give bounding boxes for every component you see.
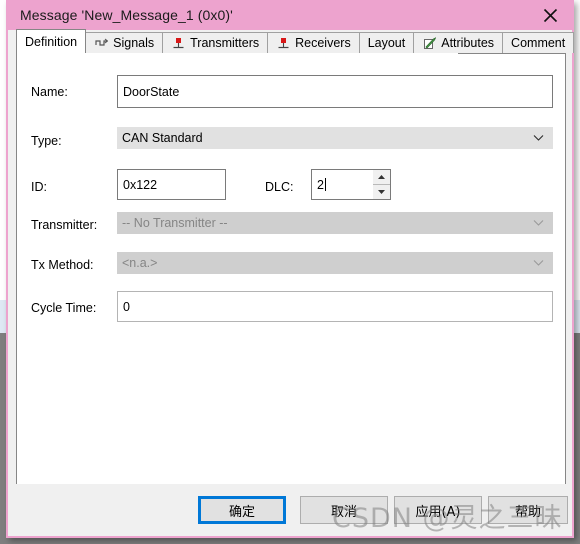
panel-top-border (458, 53, 565, 54)
dlc-stepper[interactable]: 2 (311, 169, 391, 200)
chevron-down-icon (532, 257, 544, 269)
cycle-time-input[interactable]: 0 (117, 291, 553, 322)
spinner-down-button[interactable] (373, 185, 390, 199)
tab-layout[interactable]: Layout (358, 32, 415, 53)
tab-label: Transmitters (190, 36, 260, 50)
node-pin-icon (276, 36, 290, 50)
name-value: DoorState (123, 84, 180, 99)
field-row-cycle-time: Cycle Time: (31, 301, 121, 315)
tab-signals[interactable]: Signals (85, 32, 164, 53)
field-row-transmitter: Transmitter: (31, 218, 121, 232)
tab-transmitters[interactable]: Transmitters (162, 32, 269, 53)
tab-label: Comment (511, 36, 566, 50)
triangle-down-icon (377, 189, 386, 195)
tab-label: Signals (113, 36, 155, 50)
waveform-icon (94, 36, 108, 50)
tab-bar: Definition Signals Transmitters Receiver… (16, 29, 575, 53)
tx-method-select[interactable]: <n.a.> (117, 252, 553, 274)
backdrop-right (574, 0, 580, 333)
field-row-id: ID: (31, 180, 121, 194)
cancel-button[interactable]: 取消 (300, 496, 388, 524)
tab-definition[interactable]: Definition (16, 29, 87, 53)
id-input[interactable]: 0x122 (117, 169, 226, 200)
close-button[interactable] (528, 0, 572, 30)
id-label: ID: (31, 180, 47, 194)
dialog-button-bar: 确定 取消 应用(A) 帮助 (8, 484, 572, 536)
id-value: 0x122 (123, 177, 158, 192)
window-title: Message 'New_Message_1 (0x0)' (20, 7, 233, 23)
tab-label: Definition (25, 34, 78, 49)
tx-method-label: Tx Method: (31, 258, 94, 272)
type-value: CAN Standard (122, 131, 203, 145)
apply-button[interactable]: 应用(A) (394, 496, 482, 524)
definition-panel: Name: DoorState Type: CAN Standard ID: 0… (16, 53, 566, 485)
transmitter-select[interactable]: -- No Transmitter -- (117, 212, 553, 234)
spinner-buttons (373, 169, 391, 200)
node-pin-icon (171, 36, 185, 50)
spinner-up-button[interactable] (373, 170, 390, 185)
dlc-input[interactable]: 2 (311, 169, 373, 200)
tab-label: Receivers (295, 36, 351, 50)
name-label: Name: (31, 85, 68, 99)
chevron-down-icon (532, 217, 544, 229)
field-row-type: Type: (31, 134, 121, 148)
triangle-up-icon (377, 174, 386, 180)
tab-comment[interactable]: Comment (502, 32, 575, 53)
chevron-down-icon (532, 132, 544, 144)
field-row-tx-method: Tx Method: (31, 258, 121, 272)
tab-label: Layout (367, 36, 406, 50)
title-bar[interactable]: Message 'New_Message_1 (0x0)' (8, 0, 572, 30)
tab-attributes[interactable]: Attributes (413, 32, 504, 53)
tab-receivers[interactable]: Receivers (267, 32, 360, 53)
close-icon (543, 8, 558, 23)
field-row-name: Name: (31, 85, 121, 99)
transmitter-value: -- No Transmitter -- (122, 216, 228, 230)
dlc-label: DLC: (265, 180, 294, 194)
message-dialog: Message 'New_Message_1 (0x0)' Definition (6, 0, 575, 538)
field-row-dlc: DLC: (265, 180, 293, 194)
tx-method-value: <n.a.> (122, 256, 158, 270)
help-button[interactable]: 帮助 (488, 496, 568, 524)
ok-button[interactable]: 确定 (198, 496, 286, 524)
type-select[interactable]: CAN Standard (117, 127, 553, 149)
name-input[interactable]: DoorState (117, 75, 553, 108)
type-label: Type: (31, 134, 62, 148)
pencil-note-icon (422, 36, 436, 50)
dlc-value: 2 (317, 177, 324, 192)
tab-label: Attributes (441, 36, 495, 50)
cycle-time-label: Cycle Time: (31, 301, 97, 315)
cycle-time-value: 0 (123, 299, 130, 314)
text-caret (324, 178, 326, 191)
transmitter-label: Transmitter: (31, 218, 98, 232)
screen: Message 'New_Message_1 (0x0)' Definition (0, 0, 580, 544)
